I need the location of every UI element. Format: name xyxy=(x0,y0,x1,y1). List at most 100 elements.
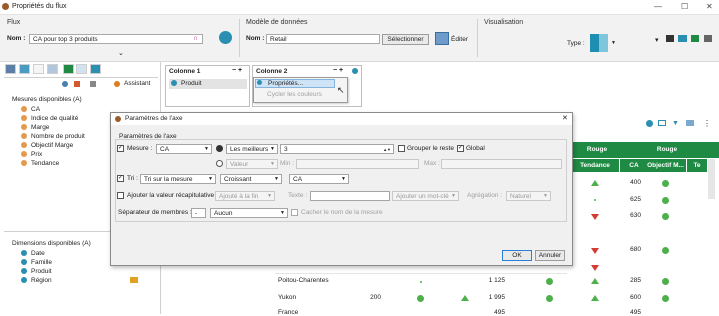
select-model-button[interactable]: Sélectionner xyxy=(382,34,429,45)
dim-item-region[interactable]: Région xyxy=(21,277,52,284)
format-tab-icon[interactable] xyxy=(90,64,101,74)
measure-item-ca[interactable]: CA xyxy=(21,106,40,113)
sort-measure-select[interactable]: CA ▼ xyxy=(289,174,349,184)
grid-export-icon[interactable] xyxy=(686,120,694,126)
edit-icon[interactable] xyxy=(90,81,96,87)
monitor-icon[interactable] xyxy=(678,35,687,42)
model-name-input[interactable]: Retail xyxy=(266,34,380,44)
column-2-controls-icon[interactable]: − + xyxy=(333,67,343,74)
add-lookup-button[interactable]: Ajouter un mot-clé ▼ xyxy=(392,191,459,201)
grid-filter-icon[interactable]: ▼ xyxy=(672,120,679,127)
aggregation-select[interactable]: Naturel ▼ xyxy=(506,191,551,201)
best-count-input[interactable]: 3 ▲▼ xyxy=(280,144,394,154)
column-1-controls-icon[interactable]: − + xyxy=(232,67,242,74)
measure-item-product-count[interactable]: Nombre de produit xyxy=(21,133,85,140)
min-input[interactable] xyxy=(296,159,419,169)
trend-up-icon xyxy=(591,180,599,186)
dimension-icon xyxy=(171,80,177,86)
header-ca[interactable]: CA xyxy=(620,159,648,172)
aggregation-value: Naturel xyxy=(510,193,531,200)
refresh-icon[interactable] xyxy=(62,81,68,87)
separator-char-input[interactable]: - xyxy=(191,208,206,218)
column-2-settings-icon[interactable] xyxy=(352,68,358,74)
properties-icon xyxy=(257,80,262,85)
pin-icon[interactable]: ▾ xyxy=(655,36,659,44)
hierarchy-icon[interactable] xyxy=(130,277,138,283)
hide-name-checkbox[interactable] xyxy=(291,209,298,216)
eraser-icon[interactable] xyxy=(74,81,80,87)
measure-item-margin[interactable]: Marge xyxy=(21,124,49,131)
ok-button[interactable]: OK xyxy=(502,250,532,261)
column-1-item[interactable]: Produit xyxy=(169,79,247,89)
measure-select[interactable]: CA ▼ xyxy=(156,144,212,154)
context-item-properties[interactable]: Propriétés... xyxy=(255,79,335,88)
flag-icon[interactable] xyxy=(666,35,674,42)
group-rest-checkbox[interactable] xyxy=(398,145,405,152)
dim-item-family[interactable]: Famille xyxy=(21,259,52,266)
stepper-icon[interactable]: ▲▼ xyxy=(383,145,391,154)
best-select[interactable]: Les meilleurs ▼ xyxy=(226,144,278,154)
add-position-select[interactable]: Ajouté à la fin ▼ xyxy=(215,191,275,201)
sort-dir-select[interactable]: Croissant ▼ xyxy=(220,174,282,184)
text-tab-icon[interactable] xyxy=(33,64,44,74)
assistant-icon[interactable] xyxy=(114,81,120,87)
collapse-chevron-icon[interactable]: ⌄ xyxy=(118,49,124,57)
type-dropdown-caret-icon[interactable]: ▼ xyxy=(611,40,616,46)
measure-icon xyxy=(21,133,27,139)
row-value: 495 xyxy=(494,309,505,316)
gear-icon[interactable] xyxy=(219,31,232,44)
measure-checkbox[interactable]: ✓ xyxy=(117,145,124,152)
header-trend[interactable]: Tendance xyxy=(571,159,619,172)
trend-up-icon xyxy=(591,278,599,284)
context-item-cycle-colors[interactable]: Cycler les couleurs xyxy=(267,91,322,98)
maximize-icon[interactable]: ☐ xyxy=(681,2,688,11)
global-checkbox[interactable]: ✓ xyxy=(457,145,464,152)
measure-item-trend[interactable]: Tendance xyxy=(21,160,59,167)
max-input[interactable] xyxy=(441,159,562,169)
cancel-button[interactable]: Annuler xyxy=(535,250,565,261)
vertical-scrollbar[interactable] xyxy=(708,159,715,199)
datasource-tab-icon[interactable] xyxy=(19,64,30,74)
measure-icon xyxy=(21,115,27,121)
sort-checkbox[interactable]: ✓ xyxy=(117,175,124,182)
flux-name-input[interactable]: CA pour top 3 produits xyxy=(29,34,203,44)
measures-title: Mesures disponibles (A) xyxy=(12,96,82,103)
filter-icon[interactable] xyxy=(691,35,699,42)
add-summary-checkbox[interactable] xyxy=(117,192,124,199)
tools-tab-icon[interactable] xyxy=(5,64,16,74)
settings-icon[interactable] xyxy=(704,35,712,42)
chart-tab-icon[interactable] xyxy=(47,64,58,74)
measure-icon xyxy=(21,124,27,130)
chevron-down-icon: ▼ xyxy=(204,146,209,152)
grid-cell: 625 xyxy=(630,196,641,203)
dim-item-product[interactable]: Produit xyxy=(21,268,52,275)
chart2-tab-icon[interactable] xyxy=(76,64,87,74)
best-radio[interactable] xyxy=(216,145,223,152)
value-select[interactable]: Valeur ▼ xyxy=(226,159,278,169)
column-1-box[interactable]: Colonne 1 − + Produit xyxy=(165,65,250,107)
table-type-icon[interactable] xyxy=(590,34,608,52)
separator-select[interactable]: Aucun ▼ xyxy=(210,208,288,218)
filter-tab-icon[interactable] xyxy=(63,64,74,74)
dim-item-date[interactable]: Date xyxy=(21,250,45,257)
edit-model-icon[interactable] xyxy=(435,32,449,45)
grid-more-icon[interactable]: ⋮ xyxy=(703,119,711,128)
sort-by-select[interactable]: Tri sur la mesure ▼ xyxy=(140,174,216,184)
grid-settings-icon[interactable] xyxy=(646,120,653,127)
dialog-close-icon[interactable]: ✕ xyxy=(562,114,568,122)
header-te[interactable]: Te xyxy=(687,159,707,172)
measure-item-quality[interactable]: Indice de qualité xyxy=(21,115,78,122)
measure-item-price[interactable]: Prix xyxy=(21,151,42,158)
magnet-icon[interactable]: ∩ xyxy=(193,35,198,42)
header-margin-goal[interactable]: Objectif M... xyxy=(645,159,686,172)
minimize-icon[interactable]: — xyxy=(654,2,662,11)
row-name: Poitou-Charentes xyxy=(278,277,329,284)
measure-item-margin-goal[interactable]: Objectif Marge xyxy=(21,142,73,149)
grid-fit-icon[interactable] xyxy=(658,120,666,126)
value-radio[interactable] xyxy=(216,160,223,167)
edit-model-label[interactable]: Éditer xyxy=(451,36,468,43)
text-input[interactable] xyxy=(310,191,390,201)
assistant-label[interactable]: Assistant xyxy=(124,80,150,87)
close-icon[interactable]: ✕ xyxy=(706,2,713,11)
status-small-dot-icon xyxy=(420,281,422,283)
